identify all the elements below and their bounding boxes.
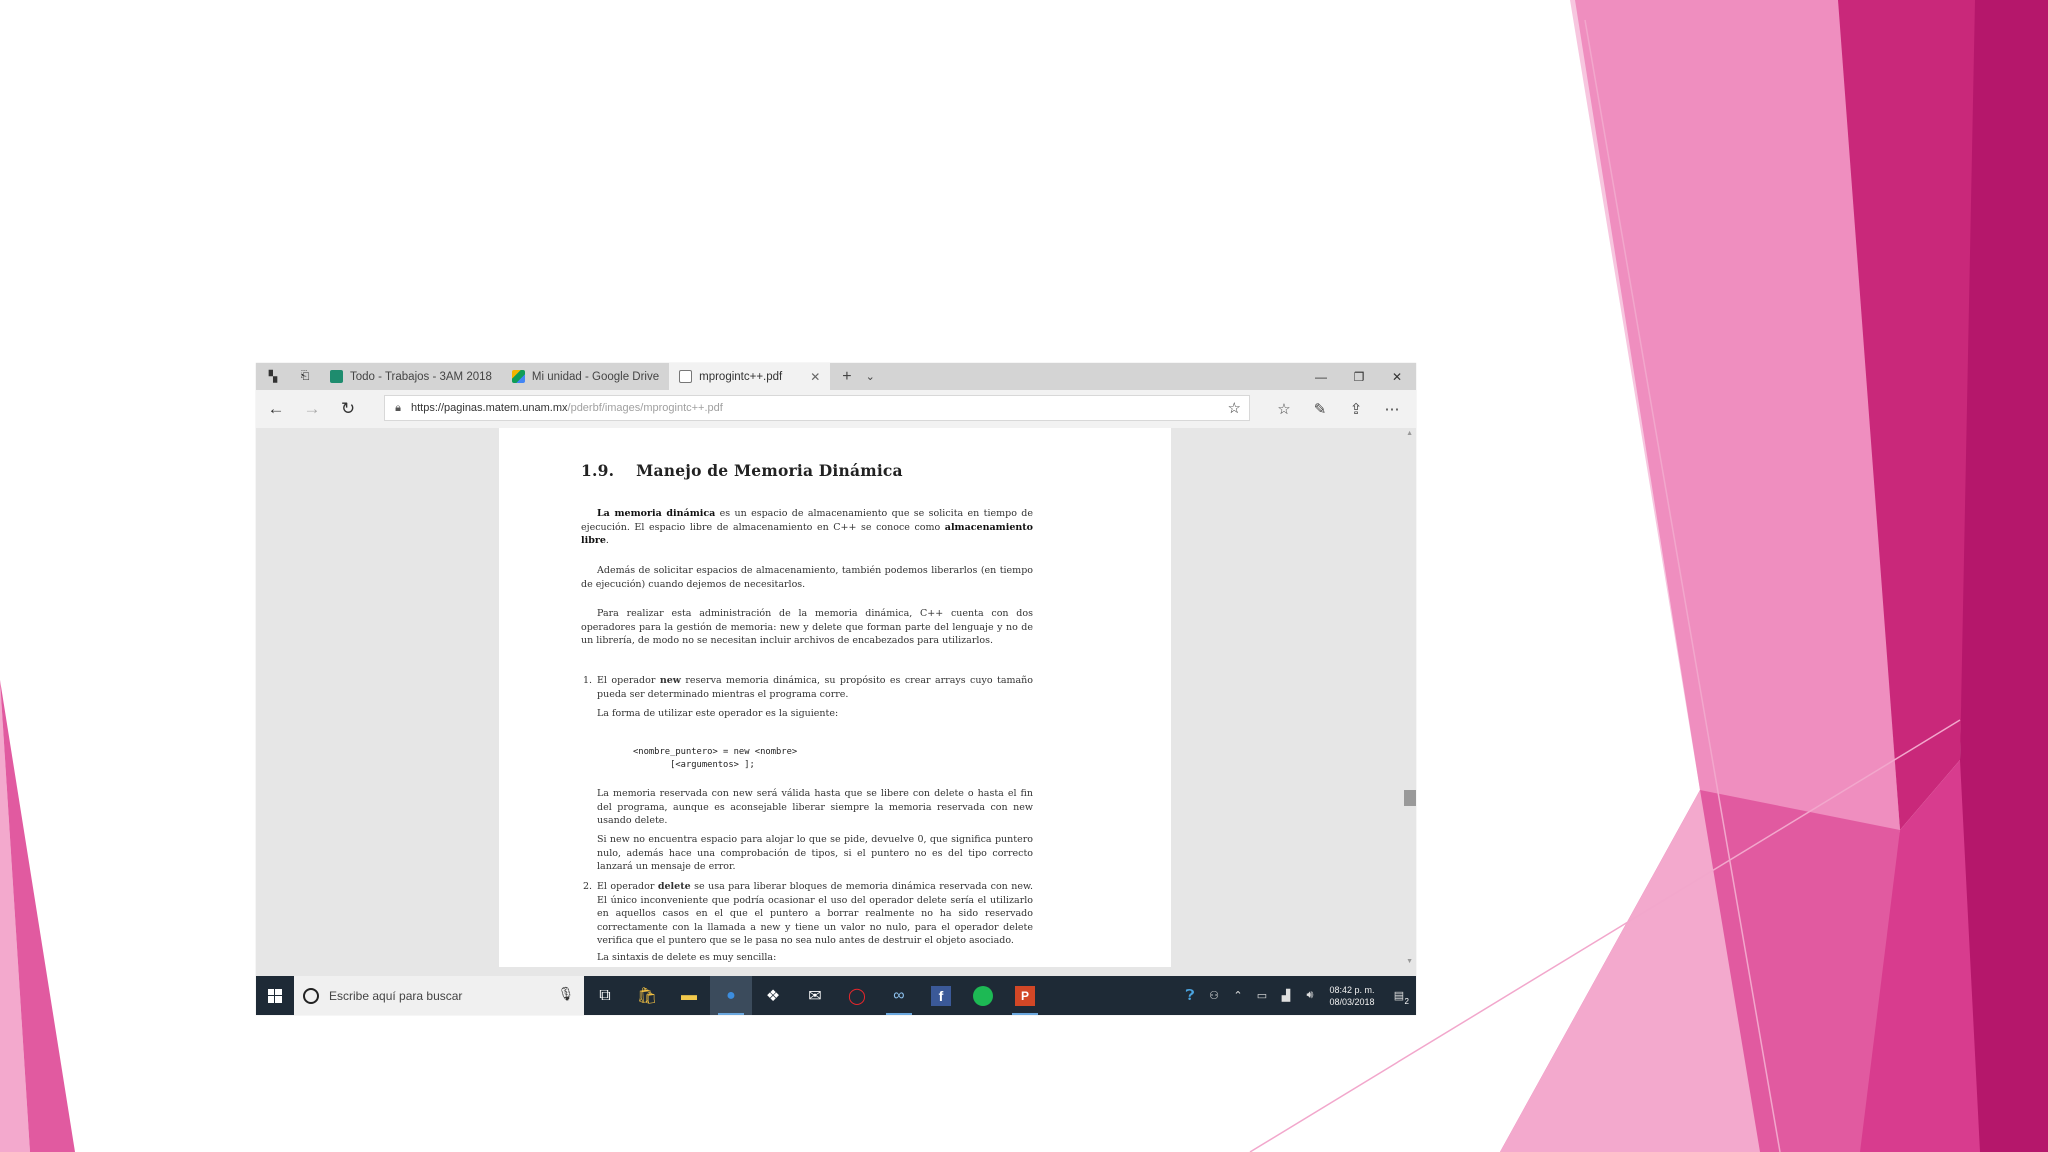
powerpoint-icon[interactable]: P [1004, 976, 1046, 1015]
task-view-icon[interactable]: ⧉ [584, 976, 626, 1015]
url-host: https://paginas.matem.unam.mx [411, 402, 568, 414]
section-number: 1.9. [581, 461, 615, 480]
address-bar[interactable]: 🔒︎ https://paginas.matem.unam.mx/pderbf/… [384, 395, 1250, 421]
list-item-1: 1. El operador new reserva memoria dinám… [583, 674, 1033, 701]
opera-icon[interactable]: ◯ [836, 976, 878, 1015]
scroll-up-arrow-icon[interactable]: ▲ [1406, 430, 1413, 437]
scroll-down-arrow-icon[interactable]: ▼ [1406, 958, 1413, 965]
star-favorite-icon[interactable]: ☆ [1228, 399, 1241, 417]
code-line-1: <nombre_puntero> = new <nombre> [633, 747, 798, 757]
file-explorer-icon[interactable]: ▬ [668, 976, 710, 1015]
favorites-hub-icon[interactable]: ☆ [1266, 390, 1302, 428]
windows-taskbar: Escribe aquí para buscar 🎙︎ ⧉ 🛍︎ ▬ ● ❖ ✉… [256, 976, 1416, 1015]
list-item-2-syntax: La sintaxis de delete es muy sencilla: [597, 952, 777, 963]
volume-icon[interactable]: 🔊︎ [1298, 976, 1322, 1015]
list-number: 2. [583, 881, 593, 892]
bold-term: La memoria dinámica [597, 508, 716, 519]
lock-icon: 🔒︎ [395, 401, 401, 414]
tab-pdf[interactable]: mprogintc++.pdf ✕ [669, 363, 831, 390]
share-icon[interactable]: ⇪ [1338, 390, 1374, 428]
set-aside-tabs-icon[interactable]: ⎗ [296, 368, 314, 386]
list-number: 1. [583, 675, 593, 686]
browser-toolbar: ☆ ✎ ⇪ ⋯ [1266, 390, 1410, 428]
pdf-tab-icon [679, 370, 693, 383]
start-button[interactable] [256, 976, 294, 1015]
tab-google-drive[interactable]: Mi unidad - Google Drive [502, 363, 669, 390]
network-icon[interactable]: ▟ [1274, 976, 1298, 1015]
edge-browser-icon[interactable]: ● [710, 976, 752, 1015]
tab-switcher-icon[interactable]: ▚ [264, 368, 282, 386]
mail-icon[interactable]: ✉ [794, 976, 836, 1015]
url-path: /pderbf/images/mprogintc++.pdf [567, 402, 723, 414]
close-tab-icon[interactable]: ✕ [810, 370, 820, 384]
back-arrow-icon[interactable]: ← [258, 390, 294, 428]
forward-arrow-icon[interactable]: → [294, 390, 330, 428]
close-icon[interactable]: ✕ [1378, 363, 1416, 390]
pdf-page: 1.9. Manejo de Memoria Dinámica La memori… [499, 428, 1171, 967]
notification-count: 2 [1404, 997, 1409, 1006]
classroom-icon [330, 370, 343, 383]
chevron-up-icon[interactable]: ⌃ [1226, 976, 1250, 1015]
navigation-bar: ← → ↻ 🔒︎ https://paginas.matem.unam.mx/p… [256, 390, 1416, 428]
code-line-2: [<argumentos> ]; [633, 760, 755, 770]
cortana-icon [303, 987, 319, 1004]
web-note-pen-icon[interactable]: ✎ [1302, 390, 1338, 428]
browser-window-screenshot: ▚ ⎗ Todo - Trabajos - 3AM 2018 Mi unidad… [256, 363, 1416, 1015]
list-text: El operador [597, 881, 658, 892]
list-item-2: 2. El operador delete se usa para libera… [583, 880, 1033, 948]
people-icon[interactable]: ⚇ [1202, 976, 1226, 1015]
pdf-viewer[interactable]: 1.9. Manejo de Memoria Dinámica La memori… [256, 428, 1416, 967]
section-heading: 1.9. Manejo de Memoria Dinámica [581, 461, 903, 480]
help-icon[interactable]: ❓︎ [1178, 976, 1202, 1015]
bold-term: delete [657, 881, 691, 892]
list-item-1-note: La memoria reservada con new será válida… [597, 788, 1033, 826]
new-tab-button[interactable]: + [842, 368, 851, 386]
clock-date: 08/03/2018 [1329, 996, 1375, 1007]
window-controls: — ❐ ✕ [1302, 363, 1416, 390]
list-item-1-form: La forma de utilizar este operador es la… [597, 708, 839, 719]
facebook-icon[interactable]: f [920, 976, 962, 1015]
list-text: El operador [597, 675, 660, 686]
paragraph-3: Para realizar esta administración de la … [581, 608, 1033, 646]
microphone-icon[interactable]: 🎙︎ [557, 986, 574, 1002]
chevron-down-icon[interactable]: ⌄ [866, 370, 875, 383]
action-center-icon[interactable]: ▤ 2 [1382, 976, 1416, 1015]
tab-classroom[interactable]: Todo - Trabajos - 3AM 2018 [320, 363, 502, 390]
scrollbar-thumb[interactable] [1404, 790, 1416, 806]
store-icon[interactable]: 🛍︎ [626, 976, 668, 1015]
spotify-icon[interactable] [962, 976, 1004, 1015]
infinity-app-icon[interactable]: ∞ [878, 976, 920, 1015]
restore-icon[interactable]: ❐ [1340, 363, 1378, 390]
section-title: Manejo de Memoria Dinámica [636, 461, 903, 480]
dropbox-icon[interactable]: ❖ [752, 976, 794, 1015]
search-placeholder: Escribe aquí para buscar [329, 988, 463, 1003]
paragraph-1: La memoria dinámica es un espacio de alm… [581, 507, 1033, 548]
tab-label: Todo - Trabajos - 3AM 2018 [350, 370, 492, 383]
tab-bar: ▚ ⎗ Todo - Trabajos - 3AM 2018 Mi unidad… [256, 363, 1416, 390]
more-options-icon[interactable]: ⋯ [1374, 390, 1410, 428]
battery-icon[interactable]: ▭ [1250, 976, 1274, 1015]
google-drive-icon [511, 370, 525, 383]
windows-logo-icon [268, 988, 282, 1003]
tab-label: mprogintc++.pdf [699, 370, 783, 383]
minimize-icon[interactable]: — [1302, 363, 1340, 390]
bold-term: new [659, 675, 681, 686]
paragraph-text: . [605, 535, 609, 546]
paragraph-2: Además de solicitar espacios de almacena… [581, 565, 1033, 590]
taskbar-search-box[interactable]: Escribe aquí para buscar 🎙︎ [294, 976, 584, 1015]
tab-label: Mi unidad - Google Drive [531, 370, 660, 383]
refresh-icon[interactable]: ↻ [330, 390, 366, 428]
list-item-1-null: Si new no encuentra espacio para alojar … [597, 834, 1033, 872]
clock-time: 08:42 p. m. [1329, 984, 1375, 995]
system-tray: ❓︎ ⚇ ⌃ ▭ ▟ 🔊︎ 08:42 p. m. 08/03/2018 ▤ 2 [1178, 976, 1416, 1015]
taskbar-clock[interactable]: 08:42 p. m. 08/03/2018 [1322, 984, 1382, 1008]
